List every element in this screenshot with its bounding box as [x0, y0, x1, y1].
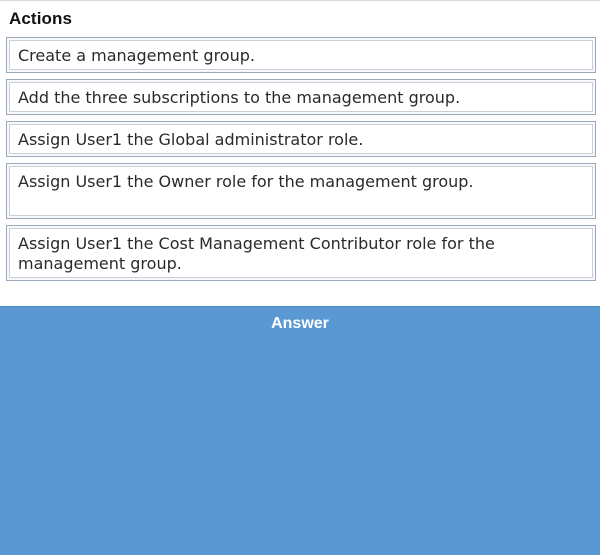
- action-item-label: Assign User1 the Cost Management Contrib…: [9, 228, 593, 278]
- action-item-label: Create a management group.: [9, 40, 593, 70]
- action-item-assign-cost-management-contributor[interactable]: Assign User1 the Cost Management Contrib…: [6, 225, 596, 281]
- action-item-label: Assign User1 the Global administrator ro…: [9, 124, 593, 154]
- actions-title: Actions: [9, 9, 73, 28]
- answer-drop-area[interactable]: Answer: [0, 306, 600, 555]
- action-item-label: Assign User1 the Owner role for the mana…: [9, 166, 593, 216]
- drag-drop-question: Actions Create a management group. Add t…: [0, 0, 600, 555]
- actions-panel: Actions Create a management group. Add t…: [0, 0, 600, 306]
- answer-title: Answer: [271, 315, 329, 332]
- action-item-add-subscriptions[interactable]: Add the three subscriptions to the manag…: [6, 79, 596, 115]
- action-item-create-management-group[interactable]: Create a management group.: [6, 37, 596, 73]
- action-item-assign-global-admin[interactable]: Assign User1 the Global administrator ro…: [6, 121, 596, 157]
- action-item-assign-owner-role[interactable]: Assign User1 the Owner role for the mana…: [6, 163, 596, 219]
- action-item-label: Add the three subscriptions to the manag…: [9, 82, 593, 112]
- action-list: Create a management group. Add the three…: [6, 37, 596, 287]
